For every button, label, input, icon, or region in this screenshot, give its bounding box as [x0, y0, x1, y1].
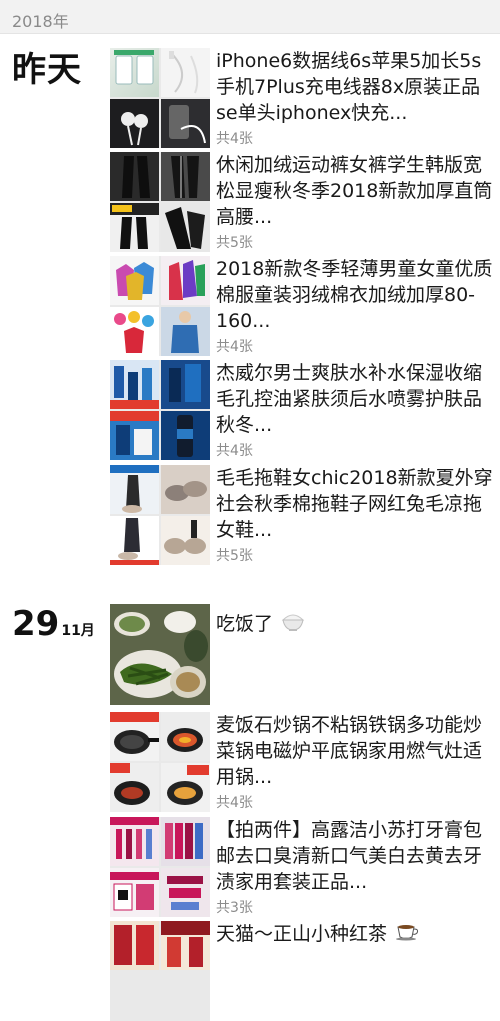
- thumb-image: [110, 411, 159, 460]
- thumb-image: [110, 360, 159, 409]
- post-title: 麦饭石炒锅不粘锅铁锅多功能炒菜锅电磁炉平底锅家用燃气灶适用锅...: [216, 714, 483, 788]
- thumb-image: [161, 360, 210, 409]
- day-number: 29: [12, 604, 60, 644]
- post-thumbnail-grid[interactable]: [110, 152, 210, 252]
- post-title: 杰威尔男士爽肤水补水保湿收缩毛孔控油紧肤须后水喷雾护肤品秋冬...: [216, 362, 483, 436]
- post-title: 2018新款冬季轻薄男童女童优质棉服童装羽绒棉衣加绒加厚80-160...: [216, 258, 493, 332]
- day-month: 11月: [61, 623, 95, 639]
- post-thumbnail-grid[interactable]: [110, 48, 210, 148]
- thumb-image: [110, 712, 159, 761]
- timeline-post[interactable]: 【拍两件】高露洁小苏打牙膏包邮去口臭清新口气美白去黄去牙渍家用套装正品... 共…: [110, 817, 500, 917]
- thumb-image: [161, 411, 210, 460]
- year-label: 2018年: [12, 12, 69, 31]
- timeline-post[interactable]: 天猫～正山小种红茶: [110, 921, 500, 1021]
- post-photo[interactable]: [110, 604, 210, 705]
- thumb-image: [110, 48, 159, 97]
- post-thumbnail-grid[interactable]: [110, 256, 210, 356]
- thumb-image: [110, 921, 159, 970]
- thumb-image: [161, 763, 210, 812]
- thumb-image: [161, 868, 210, 917]
- post-thumbnail-grid[interactable]: [110, 817, 210, 917]
- photo-count: 共4张: [216, 795, 253, 811]
- post-title-line: 吃饭了: [216, 610, 496, 639]
- thumb-image: [110, 99, 159, 148]
- timeline-post[interactable]: 休闲加绒运动裤女裤学生韩版宽松显瘦秋冬季2018新款加厚直筒高腰... 共5张: [110, 152, 500, 252]
- thumb-image: [161, 465, 210, 514]
- thumb-image: [161, 921, 210, 970]
- post-thumbnail-grid[interactable]: [110, 360, 210, 460]
- thumb-image: [161, 307, 210, 356]
- post-thumbnail-grid[interactable]: [110, 465, 210, 565]
- thumb-image: [110, 152, 159, 201]
- year-section-header: 2018年: [0, 0, 500, 34]
- timeline-post[interactable]: 吃饭了: [110, 604, 500, 705]
- rice-bowl-icon: [281, 610, 305, 639]
- photo-count: 共3张: [216, 900, 253, 916]
- post-title: 【拍两件】高露洁小苏打牙膏包邮去口臭清新口气美白去黄去牙渍家用套装正品...: [216, 819, 483, 893]
- day-label-date: 29 11月: [12, 604, 95, 644]
- thumb-image: [161, 203, 210, 252]
- thumb-image: [110, 763, 159, 812]
- thumb-image: [161, 256, 210, 305]
- thumb-image: [110, 868, 159, 917]
- thumb-image: [110, 465, 159, 514]
- thumb-image: [161, 152, 210, 201]
- thumb-image: [161, 48, 210, 97]
- post-title-line: 天猫～正山小种红茶: [216, 921, 496, 948]
- photo-count: 共5张: [216, 235, 253, 251]
- thumb-image: [161, 817, 210, 866]
- post-thumbnail-grid[interactable]: [110, 921, 210, 1021]
- post-title: 休闲加绒运动裤女裤学生韩版宽松显瘦秋冬季2018新款加厚直筒高腰...: [216, 154, 493, 228]
- thumb-image: [161, 516, 210, 565]
- day-label-yesterday: 昨天: [12, 50, 82, 90]
- thumb-image: [110, 203, 159, 252]
- timeline-post[interactable]: iPhone6数据线6s苹果5加长5s手机7Plus充电线器8x原装正品se单头…: [110, 48, 500, 148]
- post-title: 毛毛拖鞋女chic2018新款夏外穿社会秋季棉拖鞋子网红兔毛凉拖女鞋...: [216, 467, 493, 541]
- thumb-image: [161, 99, 210, 148]
- thumb-image: [110, 256, 159, 305]
- post-title: 吃饭了: [216, 613, 274, 635]
- thumb-image: [110, 817, 159, 866]
- timeline-post[interactable]: 毛毛拖鞋女chic2018新款夏外穿社会秋季棉拖鞋子网红兔毛凉拖女鞋... 共5…: [110, 465, 500, 565]
- thumb-image: [110, 516, 159, 565]
- thumb-image: [110, 604, 210, 705]
- post-title: iPhone6数据线6s苹果5加长5s手机7Plus充电线器8x原装正品se单头…: [216, 50, 482, 124]
- photo-count: 共5张: [216, 548, 253, 564]
- photo-count: 共4张: [216, 339, 253, 355]
- photo-count: 共4张: [216, 443, 253, 459]
- timeline-post[interactable]: 麦饭石炒锅不粘锅铁锅多功能炒菜锅电磁炉平底锅家用燃气灶适用锅... 共4张: [110, 712, 500, 812]
- timeline-post[interactable]: 杰威尔男士爽肤水补水保湿收缩毛孔控油紧肤须后水喷雾护肤品秋冬... 共4张: [110, 360, 500, 460]
- thumb-image: [110, 307, 159, 356]
- post-thumbnail-grid[interactable]: [110, 712, 210, 812]
- post-title: 天猫～正山小种红茶: [216, 923, 388, 945]
- thumb-image: [161, 712, 210, 761]
- photo-count: 共4张: [216, 131, 253, 147]
- timeline-post[interactable]: 2018新款冬季轻薄男童女童优质棉服童装羽绒棉衣加绒加厚80-160... 共4…: [110, 256, 500, 356]
- tea-cup-icon: [395, 921, 421, 948]
